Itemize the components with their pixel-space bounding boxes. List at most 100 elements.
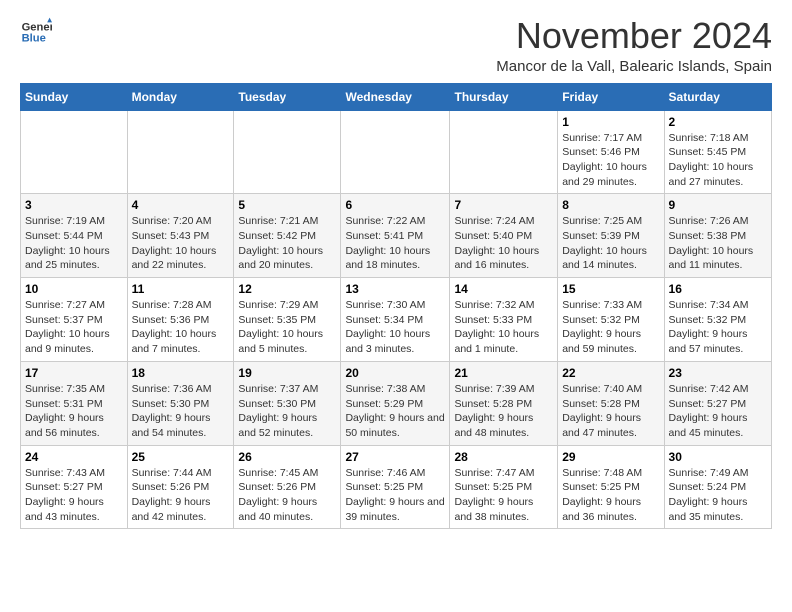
calendar-cell: 18 Sunrise: 7:36 AM Sunset: 5:30 PM Dayli… [127,361,234,445]
day-info: Sunrise: 7:37 AM Sunset: 5:30 PM Dayligh… [238,382,336,441]
day-info: Sunrise: 7:25 AM Sunset: 5:39 PM Dayligh… [562,214,659,273]
day-info: Sunrise: 7:33 AM Sunset: 5:32 PM Dayligh… [562,298,659,357]
day-number: 21 [454,366,553,380]
calendar-cell: 16 Sunrise: 7:34 AM Sunset: 5:32 PM Dayli… [664,278,771,362]
calendar-cell: 11 Sunrise: 7:28 AM Sunset: 5:36 PM Dayli… [127,278,234,362]
day-number: 23 [669,366,767,380]
day-info: Sunrise: 7:43 AM Sunset: 5:27 PM Dayligh… [25,466,123,525]
weekday-header-row: SundayMondayTuesdayWednesdayThursdayFrid… [21,83,772,110]
day-info: Sunrise: 7:26 AM Sunset: 5:38 PM Dayligh… [669,214,767,273]
calendar-cell: 13 Sunrise: 7:30 AM Sunset: 5:34 PM Dayli… [341,278,450,362]
calendar-cell [21,110,128,194]
day-info: Sunrise: 7:35 AM Sunset: 5:31 PM Dayligh… [25,382,123,441]
calendar-cell: 22Sunrise: 7:40 AM Sunset: 5:28 PM Dayli… [558,361,664,445]
day-number: 11 [132,282,230,296]
calendar-cell [127,110,234,194]
day-info: Sunrise: 7:21 AM Sunset: 5:42 PM Dayligh… [238,214,336,273]
day-number: 3 [25,198,123,212]
calendar-cell: 30Sunrise: 7:49 AM Sunset: 5:24 PM Dayli… [664,445,771,529]
calendar-week-row: 17 Sunrise: 7:35 AM Sunset: 5:31 PM Dayli… [21,361,772,445]
calendar-table: SundayMondayTuesdayWednesdayThursdayFrid… [20,83,772,530]
day-number: 6 [345,198,445,212]
day-info: Sunrise: 7:20 AM Sunset: 5:43 PM Dayligh… [132,214,230,273]
calendar-cell: 20 Sunrise: 7:38 AM Sunset: 5:29 PM Dayli… [341,361,450,445]
calendar-cell: 23Sunrise: 7:42 AM Sunset: 5:27 PM Dayli… [664,361,771,445]
day-info: Sunrise: 7:27 AM Sunset: 5:37 PM Dayligh… [25,298,123,357]
day-info: Sunrise: 7:28 AM Sunset: 5:36 PM Dayligh… [132,298,230,357]
day-number: 17 [25,366,123,380]
calendar-cell: 19 Sunrise: 7:37 AM Sunset: 5:30 PM Dayli… [234,361,341,445]
calendar-cell [234,110,341,194]
day-info: Sunrise: 7:29 AM Sunset: 5:35 PM Dayligh… [238,298,336,357]
calendar-cell: 14Sunrise: 7:32 AM Sunset: 5:33 PM Dayli… [450,278,558,362]
calendar-cell [341,110,450,194]
day-number: 12 [238,282,336,296]
logo: General Blue [20,16,52,48]
day-info: Sunrise: 7:39 AM Sunset: 5:28 PM Dayligh… [454,382,553,441]
calendar-cell: 25 Sunrise: 7:44 AM Sunset: 5:26 PM Dayli… [127,445,234,529]
day-number: 4 [132,198,230,212]
day-info: Sunrise: 7:45 AM Sunset: 5:26 PM Dayligh… [238,466,336,525]
calendar-cell: 4 Sunrise: 7:20 AM Sunset: 5:43 PM Daylig… [127,194,234,278]
day-info: Sunrise: 7:34 AM Sunset: 5:32 PM Dayligh… [669,298,767,357]
calendar-cell: 2 Sunrise: 7:18 AM Sunset: 5:45 PM Daylig… [664,110,771,194]
day-number: 29 [562,450,659,464]
calendar-cell: 6 Sunrise: 7:22 AM Sunset: 5:41 PM Daylig… [341,194,450,278]
day-number: 8 [562,198,659,212]
month-title: November 2024 [496,16,772,56]
calendar-cell: 12 Sunrise: 7:29 AM Sunset: 5:35 PM Dayli… [234,278,341,362]
day-number: 13 [345,282,445,296]
day-info: Sunrise: 7:38 AM Sunset: 5:29 PM Dayligh… [345,382,445,441]
calendar-cell: 10Sunrise: 7:27 AM Sunset: 5:37 PM Dayli… [21,278,128,362]
weekday-header-wednesday: Wednesday [341,83,450,110]
calendar-cell: 8 Sunrise: 7:25 AM Sunset: 5:39 PM Daylig… [558,194,664,278]
day-info: Sunrise: 7:36 AM Sunset: 5:30 PM Dayligh… [132,382,230,441]
day-number: 16 [669,282,767,296]
title-block: November 2024 Mancor de la Vall, Baleari… [496,16,772,75]
day-number: 19 [238,366,336,380]
day-info: Sunrise: 7:24 AM Sunset: 5:40 PM Dayligh… [454,214,553,273]
day-number: 24 [25,450,123,464]
calendar-cell: 17 Sunrise: 7:35 AM Sunset: 5:31 PM Dayli… [21,361,128,445]
calendar-cell: 9 Sunrise: 7:26 AM Sunset: 5:38 PM Daylig… [664,194,771,278]
day-info: Sunrise: 7:44 AM Sunset: 5:26 PM Dayligh… [132,466,230,525]
day-number: 7 [454,198,553,212]
day-info: Sunrise: 7:32 AM Sunset: 5:33 PM Dayligh… [454,298,553,357]
logo-icon: General Blue [20,16,52,48]
day-number: 28 [454,450,553,464]
weekday-header-sunday: Sunday [21,83,128,110]
day-info: Sunrise: 7:18 AM Sunset: 5:45 PM Dayligh… [669,131,767,190]
day-number: 5 [238,198,336,212]
calendar-week-row: 10Sunrise: 7:27 AM Sunset: 5:37 PM Dayli… [21,278,772,362]
calendar-cell: 21 Sunrise: 7:39 AM Sunset: 5:28 PM Dayli… [450,361,558,445]
svg-text:Blue: Blue [22,33,46,45]
day-number: 20 [345,366,445,380]
calendar-cell: 28Sunrise: 7:47 AM Sunset: 5:25 PM Dayli… [450,445,558,529]
day-number: 26 [238,450,336,464]
calendar-cell: 29 Sunrise: 7:48 AM Sunset: 5:25 PM Dayli… [558,445,664,529]
day-info: Sunrise: 7:48 AM Sunset: 5:25 PM Dayligh… [562,466,659,525]
calendar-cell: 1Sunrise: 7:17 AM Sunset: 5:46 PM Daylig… [558,110,664,194]
day-number: 25 [132,450,230,464]
day-info: Sunrise: 7:40 AM Sunset: 5:28 PM Dayligh… [562,382,659,441]
calendar-cell: 27 Sunrise: 7:46 AM Sunset: 5:25 PM Dayli… [341,445,450,529]
calendar-week-row: 3Sunrise: 7:19 AM Sunset: 5:44 PM Daylig… [21,194,772,278]
day-number: 27 [345,450,445,464]
day-number: 1 [562,115,659,129]
weekday-header-friday: Friday [558,83,664,110]
page-header: General Blue November 2024 Mancor de la … [20,16,772,75]
calendar-cell [450,110,558,194]
location-subtitle: Mancor de la Vall, Balearic Islands, Spa… [496,58,772,75]
day-number: 18 [132,366,230,380]
day-info: Sunrise: 7:46 AM Sunset: 5:25 PM Dayligh… [345,466,445,525]
weekday-header-saturday: Saturday [664,83,771,110]
calendar-cell: 15 Sunrise: 7:33 AM Sunset: 5:32 PM Dayli… [558,278,664,362]
weekday-header-tuesday: Tuesday [234,83,341,110]
day-number: 15 [562,282,659,296]
day-info: Sunrise: 7:30 AM Sunset: 5:34 PM Dayligh… [345,298,445,357]
calendar-cell: 7 Sunrise: 7:24 AM Sunset: 5:40 PM Daylig… [450,194,558,278]
day-number: 2 [669,115,767,129]
day-info: Sunrise: 7:49 AM Sunset: 5:24 PM Dayligh… [669,466,767,525]
day-info: Sunrise: 7:22 AM Sunset: 5:41 PM Dayligh… [345,214,445,273]
day-number: 9 [669,198,767,212]
